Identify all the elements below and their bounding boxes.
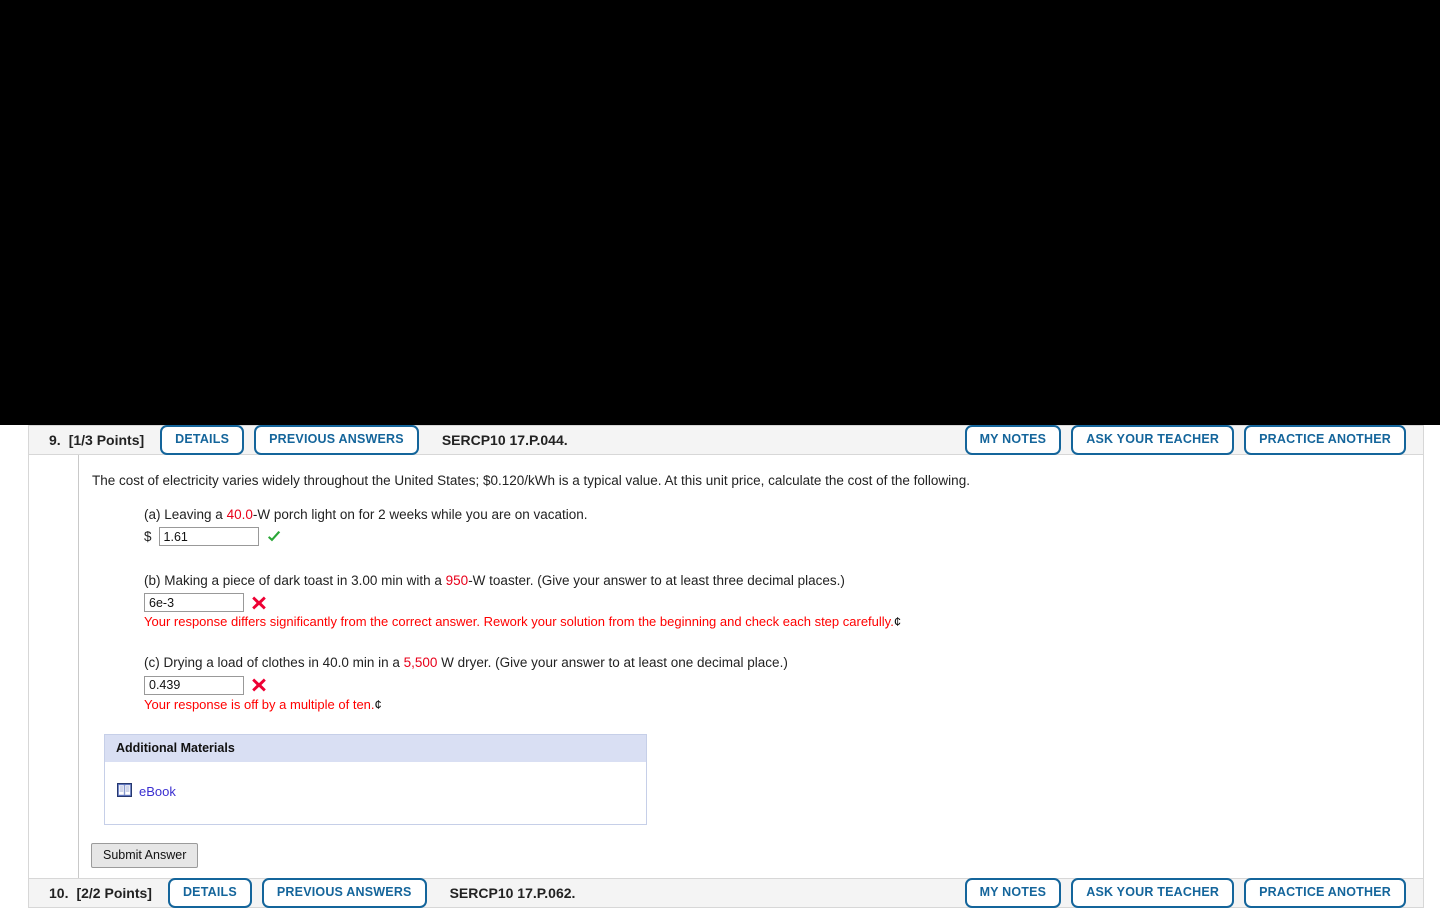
blank-video-region [0, 0, 1440, 425]
question-part-a: (a) Leaving a 40.0-W porch light on for … [144, 505, 1423, 547]
question-code: SERCP10 17.P.044. [441, 432, 568, 448]
part-b-feedback: Your response differs significantly from… [144, 614, 1423, 631]
part-b-answer-row [144, 593, 1423, 613]
part-a-label: (a) Leaving a 40.0-W porch light on for … [144, 505, 1423, 525]
details-button[interactable]: DETAILS [160, 425, 245, 455]
part-a-prefix: (a) Leaving a [144, 506, 227, 522]
red-x-icon [251, 677, 267, 693]
additional-materials-body: eBook [105, 762, 646, 824]
question-number: 9. [49, 432, 61, 448]
additional-materials-panel: Additional Materials eBook [104, 733, 647, 825]
answer-input-b[interactable] [144, 593, 244, 613]
ask-your-teacher-button[interactable]: ASK YOUR TEACHER [1071, 878, 1235, 908]
answer-input-a[interactable] [158, 527, 259, 547]
part-c-prefix: (c) Drying a load of clothes in 40.0 min… [144, 655, 404, 671]
question-code: SERCP10 17.P.062. [449, 885, 576, 901]
answer-input-c[interactable] [144, 675, 244, 695]
green-check-icon [266, 529, 282, 545]
part-b-prefix: (b) Making a piece of dark toast in 3.00… [144, 572, 446, 588]
part-c-label: (c) Drying a load of clothes in 40.0 min… [144, 653, 1423, 673]
ebook-link[interactable]: eBook [139, 784, 176, 799]
header-action-buttons: MY NOTES ASK YOUR TEACHER PRACTICE ANOTH… [949, 425, 1411, 455]
part-b-feedback-text: Your response differs significantly from… [144, 614, 894, 630]
part-spacer-2 [92, 631, 1423, 653]
ebook-icon [117, 782, 132, 800]
question-card-10: 10. [2/2 Points] DETAILS PREVIOUS ANSWER… [28, 878, 1424, 908]
additional-materials-title: Additional Materials [105, 734, 646, 762]
question-points: [1/3 Points] [68, 432, 145, 448]
part-b-highlight: 950 [445, 572, 469, 588]
question-header-9: 9. [1/3 Points] DETAILS PREVIOUS ANSWERS… [28, 425, 1424, 455]
question-content: The cost of electricity varies widely th… [29, 455, 1423, 825]
question-points: [2/2 Points] [76, 885, 152, 901]
practice-another-button[interactable]: PRACTICE ANOTHER [1244, 425, 1406, 455]
part-c-answer-row [144, 675, 1423, 695]
part-c-suffix: W dryer. (Give your answer to at least o… [437, 655, 788, 671]
part-c-cent-symbol: ¢ [374, 696, 382, 712]
part-a-highlight: 40.0 [226, 506, 253, 522]
part-b-cent-symbol: ¢ [893, 614, 902, 630]
my-notes-button[interactable]: MY NOTES [964, 878, 1062, 908]
part-b-suffix: -W toaster. (Give your answer to at leas… [468, 572, 845, 588]
question-card-9: 9. [1/3 Points] DETAILS PREVIOUS ANSWERS… [28, 425, 1424, 884]
part-c-highlight: 5,500 [403, 655, 438, 671]
header-action-buttons: MY NOTES ASK YOUR TEACHER PRACTICE ANOTH… [949, 878, 1411, 908]
part-b-label: (b) Making a piece of dark toast in 3.00… [144, 571, 1423, 591]
question-body-9: The cost of electricity varies widely th… [28, 455, 1424, 884]
previous-answers-button[interactable]: PREVIOUS ANSWERS [254, 425, 419, 455]
part-c-feedback-text: Your response is off by a multiple of te… [144, 696, 375, 712]
currency-prefix: $ [144, 529, 152, 545]
part-a-suffix: -W porch light on for 2 weeks while you … [252, 506, 588, 522]
part-spacer [92, 549, 1423, 571]
part-c-feedback: Your response is off by a multiple of te… [144, 697, 1423, 714]
practice-another-button[interactable]: PRACTICE ANOTHER [1244, 878, 1406, 908]
part-a-answer-row: $ [144, 527, 1423, 547]
my-notes-button[interactable]: MY NOTES [964, 425, 1062, 455]
ask-your-teacher-button[interactable]: ASK YOUR TEACHER [1071, 425, 1235, 455]
question-stem: The cost of electricity varies widely th… [92, 473, 970, 488]
details-button[interactable]: DETAILS [167, 878, 252, 908]
red-x-icon [251, 595, 267, 611]
question-part-b: (b) Making a piece of dark toast in 3.00… [144, 571, 1423, 631]
submit-answer-button[interactable]: Submit Answer [91, 842, 199, 869]
question-part-c: (c) Drying a load of clothes in 40.0 min… [144, 653, 1423, 713]
gutter-divider [78, 455, 79, 883]
page-root: 9. [1/3 Points] DETAILS PREVIOUS ANSWERS… [0, 0, 1440, 908]
question-number: 10. [49, 885, 69, 901]
question-header-10: 10. [2/2 Points] DETAILS PREVIOUS ANSWER… [28, 878, 1424, 908]
previous-answers-button[interactable]: PREVIOUS ANSWERS [261, 878, 427, 908]
